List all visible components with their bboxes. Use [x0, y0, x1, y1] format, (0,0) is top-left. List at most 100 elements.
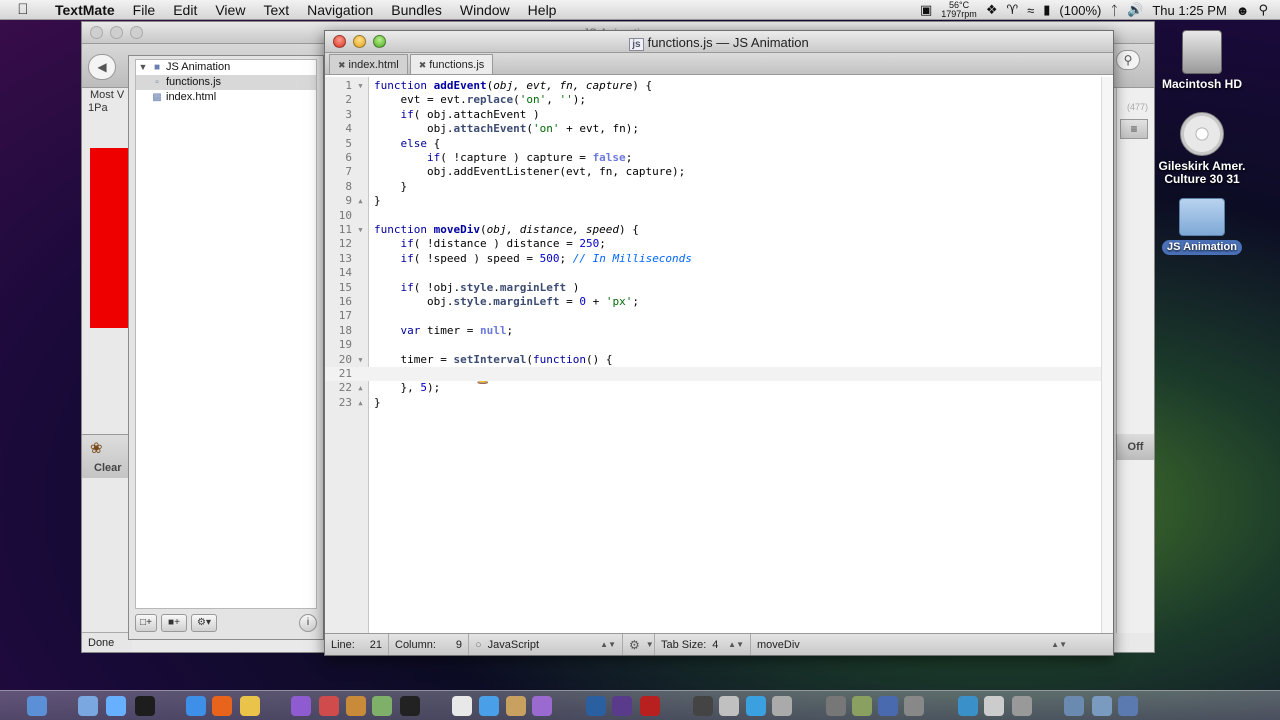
firefox-dock-icon[interactable]	[212, 696, 232, 716]
apps-dock-icon[interactable]	[1064, 696, 1084, 716]
code-line[interactable]: 6 if( !capture ) capture = false;	[325, 151, 1101, 165]
imovie-dock-icon[interactable]	[719, 696, 739, 716]
photoshop-dock-icon[interactable]	[586, 696, 606, 716]
code-line[interactable]: 8 }	[325, 180, 1101, 194]
desktop-icon-dvd[interactable]: Gileskirk Amer. Culture 30 31	[1152, 112, 1252, 186]
code-line[interactable]: 2 evt = evt.replace('on', '');	[325, 93, 1101, 107]
menu-edit[interactable]: Edit	[164, 2, 206, 18]
mail-dock-icon[interactable]	[78, 696, 98, 716]
code-line[interactable]: 14	[325, 266, 1101, 280]
code-line[interactable]: 12 if( !distance ) distance = 250;	[325, 237, 1101, 251]
info-button[interactable]: i	[299, 614, 317, 632]
code-line[interactable]: 23 ▲}	[325, 396, 1101, 410]
fold-marker-icon[interactable]: ▼	[356, 82, 365, 90]
code-line[interactable]: 18 var timer = null;	[325, 324, 1101, 338]
new-folder-button[interactable]: ■+	[161, 614, 187, 632]
tree-file-row[interactable]: ▩ index.html	[136, 90, 316, 105]
code-line[interactable]: 5 else {	[325, 137, 1101, 151]
preview-dock-icon[interactable]	[372, 696, 392, 716]
code-line[interactable]: 22 ▲ }, 5);	[325, 381, 1101, 395]
code-line[interactable]: 20 ▼ timer = setInterval(function() {	[325, 353, 1101, 367]
fold-marker-icon[interactable]: ▲	[356, 399, 365, 407]
bug-icon[interactable]: ❀	[90, 439, 103, 457]
clock[interactable]: Thu 1:25 PM	[1152, 3, 1226, 18]
close-tab-icon[interactable]: ✖	[338, 60, 346, 70]
menu-app-name[interactable]: TextMate	[46, 2, 124, 18]
quicktime-dock-icon[interactable]	[746, 696, 766, 716]
photo-dock-icon[interactable]	[532, 696, 552, 716]
itunes-dock-icon[interactable]	[479, 696, 499, 716]
safari-dock-icon[interactable]	[186, 696, 206, 716]
temperature-readout[interactable]: 56°C 1797rpm	[941, 1, 977, 19]
network-dock-icon[interactable]	[772, 696, 792, 716]
apple-menu-icon[interactable]: 	[0, 1, 46, 18]
trash-1-dock-icon[interactable]	[984, 696, 1004, 716]
code-editor[interactable]: ⌛ 1▼function addEvent(obj, evt, fn, capt…	[325, 77, 1101, 633]
garageband-dock-icon[interactable]	[506, 696, 526, 716]
user-icon[interactable]: ☻	[1236, 3, 1250, 18]
flash-dock-icon[interactable]	[640, 696, 660, 716]
menu-text[interactable]: Text	[254, 2, 298, 18]
menu-navigation[interactable]: Navigation	[298, 2, 382, 18]
menu-lines-icon[interactable]: ≡	[1120, 119, 1148, 139]
close-tab-icon[interactable]: ✖	[419, 60, 427, 70]
action-menu-button[interactable]: ⚙▾	[191, 614, 217, 632]
xcode-dock-icon[interactable]	[958, 696, 978, 716]
itunes-app-dock-icon[interactable]	[291, 696, 311, 716]
bluetooth-icon[interactable]: ᛏ	[1110, 3, 1118, 18]
tree-file-row[interactable]: ▫ functions.js	[136, 75, 316, 90]
finder-dock-icon[interactable]	[27, 696, 47, 716]
dashboard-dock-icon[interactable]	[135, 696, 155, 716]
disclosure-triangle-icon[interactable]: ▼	[136, 60, 150, 75]
browser-tab[interactable]: 1Pa	[82, 98, 132, 120]
off-toggle[interactable]: Off	[1116, 434, 1154, 460]
code-line[interactable]: 16 obj.style.marginLeft = 0 + 'px';	[325, 295, 1101, 309]
wifi-icon[interactable]: ≈	[1027, 3, 1034, 18]
desktop-icon-macintosh-hd[interactable]: Macintosh HD	[1152, 30, 1252, 91]
menu-help[interactable]: Help	[519, 2, 566, 18]
iphoto-dock-icon[interactable]	[852, 696, 872, 716]
camera-icon[interactable]: ▣	[920, 2, 932, 18]
tree-project-row[interactable]: ▼ ■ JS Animation	[136, 60, 316, 75]
search-icon[interactable]: ⚲	[1116, 50, 1140, 70]
code-line[interactable]: 15 if( !obj.style.marginLeft )	[325, 281, 1101, 295]
volume-icon[interactable]: 🔊	[1127, 2, 1143, 18]
timemachine-dock-icon[interactable]	[826, 696, 846, 716]
textedit-dock-icon[interactable]	[452, 696, 472, 716]
tab-size-select[interactable]: Tab Size: 4 ▲▼	[655, 634, 751, 655]
menu-window[interactable]: Window	[451, 2, 519, 18]
code-line[interactable]: 4 obj.attachEvent('on' + evt, fn);	[325, 122, 1101, 136]
code-line[interactable]: 1 ▼ function addEvent(obj, evt, fn, captur…	[325, 79, 1101, 93]
documents-dock-icon[interactable]	[1092, 696, 1112, 716]
tab-functions-js[interactable]: ✖ functions.js	[409, 54, 494, 74]
fold-marker-icon[interactable]: ▼	[356, 226, 365, 234]
addressbook-dock-icon[interactable]	[346, 696, 366, 716]
code-line[interactable]: 11 ▼ function moveDiv(obj, distance, speed…	[325, 223, 1101, 237]
bundle-actions-button[interactable]: ⚙ ▼	[623, 634, 655, 655]
ical-dock-icon[interactable]	[319, 696, 339, 716]
ichat-dock-icon[interactable]	[106, 696, 126, 716]
menu-file[interactable]: File	[124, 2, 165, 18]
code-line[interactable]: 21	[325, 367, 1101, 381]
spotlight-icon[interactable]: ⚲	[1258, 2, 1268, 18]
tab-index-html[interactable]: ✖ index.html	[329, 54, 408, 74]
trash-2-dock-icon[interactable]	[1012, 696, 1032, 716]
fcp-dock-icon[interactable]	[693, 696, 713, 716]
clear-button[interactable]: Clear	[94, 462, 122, 474]
fold-marker-icon[interactable]: ▲	[356, 384, 365, 392]
fold-marker-icon[interactable]: ▼	[356, 356, 365, 364]
terminal-dock-icon[interactable]	[400, 696, 420, 716]
code-line[interactable]: 7 obj.addEventListener(evt, fn, capture)…	[325, 165, 1101, 179]
chrome-dock-icon[interactable]	[240, 696, 260, 716]
vertical-scrollbar[interactable]	[1101, 77, 1113, 633]
code-line[interactable]: 3 if( obj.attachEvent )	[325, 108, 1101, 122]
aftereffects-dock-icon[interactable]	[612, 696, 632, 716]
downloads-dock-icon[interactable]	[1118, 696, 1138, 716]
menu-bundles[interactable]: Bundles	[382, 2, 451, 18]
language-select[interactable]: ○ JavaScript ▲▼	[469, 634, 623, 655]
code-line[interactable]: 9 ▲}	[325, 194, 1101, 208]
symbol-select[interactable]: moveDiv ▲▼	[751, 634, 1073, 655]
code-line[interactable]: 13 if( !speed ) speed = 500; // In Milli…	[325, 252, 1101, 266]
new-file-button[interactable]: □+	[135, 614, 157, 632]
menu-view[interactable]: View	[206, 2, 254, 18]
